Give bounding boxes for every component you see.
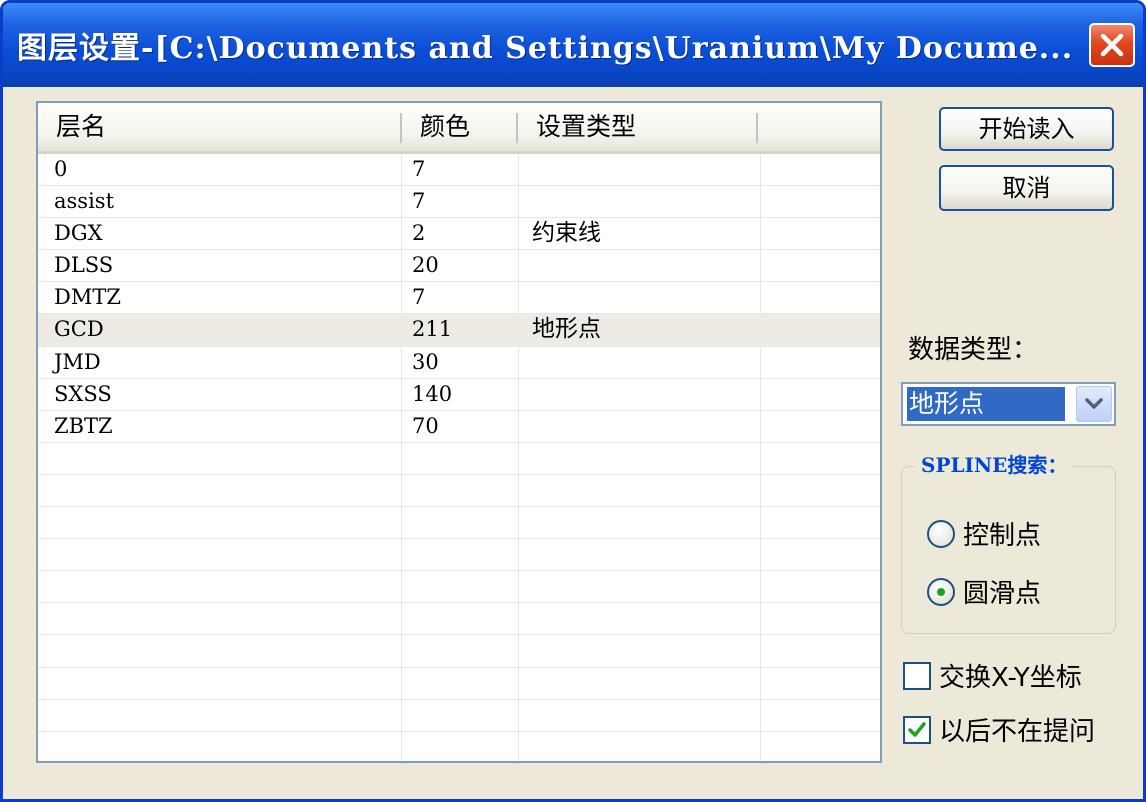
cell-type: 约束线 bbox=[532, 220, 601, 247]
list-header: 层名 颜色 设置类型 bbox=[38, 103, 880, 154]
empty-row bbox=[38, 571, 880, 604]
radio-button-selected[interactable] bbox=[927, 577, 955, 606]
cell-color: 211 bbox=[412, 317, 453, 342]
cell-layer-name: SXSS bbox=[54, 381, 112, 406]
cell-color: 30 bbox=[412, 349, 439, 374]
checkmark-icon bbox=[908, 721, 926, 737]
table-row[interactable]: DLSS 20 bbox=[38, 250, 880, 283]
empty-row bbox=[38, 507, 880, 540]
layer-list[interactable]: 层名 颜色 设置类型 0 7 assist 7 DGX 2 约束线 DLSS 20 DMTZ 7 GC… bbox=[36, 101, 882, 763]
column-separator[interactable] bbox=[756, 113, 758, 143]
table-row[interactable]: 07 bbox=[38, 154, 880, 187]
start-read-button[interactable]: 开始读入 bbox=[939, 107, 1114, 151]
checkbox-label: 交换X-Y坐标 bbox=[939, 663, 1082, 693]
column-header-name[interactable]: 层名 bbox=[38, 103, 400, 151]
cell-layer-name: DGX bbox=[54, 221, 103, 246]
cell-color: 20 bbox=[412, 253, 439, 278]
empty-row bbox=[38, 700, 880, 732]
title-bar[interactable]: 图层设置-[C:\Documents and Settings\Uranium\… bbox=[3, 3, 1143, 87]
empty-row bbox=[38, 539, 880, 572]
table-row[interactable]: SXSS 140 bbox=[38, 379, 880, 411]
cell-layer-name: ZBTZ bbox=[54, 413, 113, 438]
radio-button[interactable] bbox=[927, 519, 955, 548]
cancel-button[interactable]: 取消 bbox=[939, 165, 1114, 211]
empty-row bbox=[38, 732, 880, 761]
column-header-color[interactable]: 颜色 bbox=[402, 103, 514, 151]
cell-color: 7 bbox=[412, 285, 426, 310]
data-type-select[interactable]: 地形点 bbox=[901, 382, 1116, 426]
dialog-window: 图层设置-[C:\Documents and Settings\Uranium\… bbox=[0, 0, 1146, 802]
table-row[interactable]: assist 7 bbox=[38, 186, 880, 219]
close-button[interactable] bbox=[1089, 23, 1135, 67]
cell-layer-name: JMD bbox=[54, 349, 101, 374]
column-header-type[interactable]: 设置类型 bbox=[518, 103, 754, 151]
data-type-label: 数据类型： bbox=[908, 335, 1039, 365]
radio-control-point[interactable]: 控制点 bbox=[927, 515, 1041, 552]
swap-xy-checkbox[interactable]: 交换X-Y坐标 bbox=[903, 657, 1082, 694]
cell-layer-name: DLSS bbox=[54, 253, 114, 278]
radio-label: 控制点 bbox=[963, 521, 1042, 551]
dropdown-button[interactable] bbox=[1076, 386, 1112, 422]
empty-row bbox=[38, 475, 880, 508]
empty-row bbox=[38, 603, 880, 636]
radio-label: 圆滑点 bbox=[963, 579, 1042, 609]
data-type-value: 地形点 bbox=[907, 387, 1065, 421]
radio-smooth-point[interactable]: 圆滑点 bbox=[927, 573, 1041, 610]
cell-color: 7 bbox=[412, 189, 426, 214]
table-row[interactable]: GCD 211 地形点 bbox=[38, 314, 880, 347]
table-row[interactable]: DMTZ 7 bbox=[38, 282, 880, 315]
no-ask-again-checkbox[interactable]: 以后不在提问 bbox=[903, 711, 1095, 748]
cell-layer-name: DMTZ bbox=[54, 285, 121, 310]
empty-row bbox=[38, 668, 880, 700]
cell-color: 2 bbox=[412, 221, 426, 246]
cell-layer-name: assist bbox=[54, 189, 115, 214]
cell-color: 140 bbox=[412, 381, 453, 406]
checkbox-label: 以后不在提问 bbox=[939, 717, 1096, 747]
spline-group-title: SPLINE搜索： bbox=[915, 449, 1074, 478]
list-rows: 0 7 assist 7 DGX 2 约束线 DLSS 20 DMTZ 7 GCD 211 地形点 JMD 3… bbox=[38, 154, 880, 761]
close-icon bbox=[1100, 33, 1124, 57]
cell-layer-name: GCD bbox=[54, 317, 104, 342]
empty-row bbox=[38, 443, 880, 475]
cell-color: 70 bbox=[412, 413, 439, 438]
dialog-client: 层名 颜色 设置类型 0 7 assist 7 DGX 2 约束线 DLSS 20 DMTZ 7 GC… bbox=[3, 87, 1143, 799]
cell-type: 地形点 bbox=[532, 316, 601, 343]
checkbox-box[interactable] bbox=[903, 661, 931, 690]
checkbox-box[interactable] bbox=[903, 715, 931, 744]
table-row[interactable]: DGX 2 约束线 bbox=[38, 218, 880, 251]
empty-row bbox=[38, 635, 880, 668]
cell-layer-name: 0 bbox=[54, 157, 68, 181]
window-title: 图层设置-[C:\Documents and Settings\Uranium\… bbox=[17, 31, 1074, 66]
table-row[interactable]: ZBTZ 70 bbox=[38, 411, 880, 443]
cell-color: 7 bbox=[412, 157, 426, 181]
chevron-down-icon bbox=[1085, 398, 1103, 409]
table-row[interactable]: JMD 30 bbox=[38, 347, 880, 379]
